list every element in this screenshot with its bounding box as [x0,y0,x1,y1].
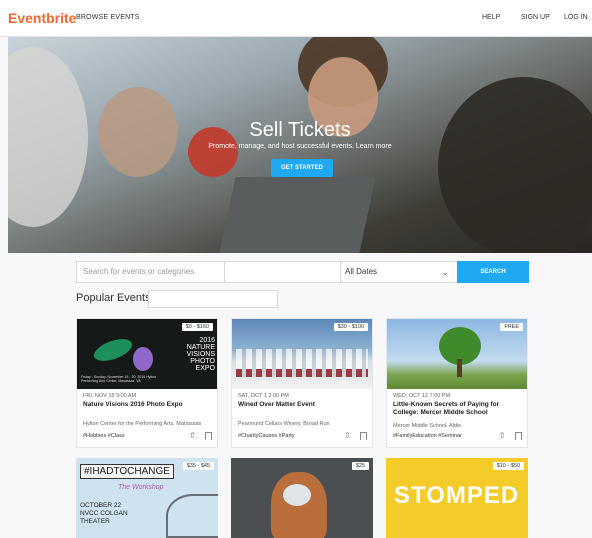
price-badge: $30 - $100 [333,323,368,331]
price-badge: $35 - $45 [182,462,214,470]
expo-logo-text: 2016 NATURE VISIONS PHOTO EXPO [186,337,215,372]
event-card[interactable]: FREE WED, OCT 12 7:00 PM Little-Known Se… [386,318,528,448]
browse-events-link[interactable]: BROWSE EVENTS [76,14,140,21]
event-venue: Pearmund Cellars Winery, Broad Run [238,421,330,427]
price-badge: $10 - $50 [492,462,524,470]
chevron-down-icon: ⌄ [441,267,449,277]
sign-up-link[interactable]: SIGN UP [521,14,550,21]
event-date: WED, OCT 12 7:00 PM [393,393,451,399]
share-icon[interactable]: ⇧ [344,431,351,440]
eventbrite-logo[interactable]: Eventbrite [8,10,76,26]
search-input[interactable]: Search for events or categories [77,262,225,282]
share-icon[interactable]: ⇧ [189,431,196,440]
event-tags[interactable]: #Hobbies #Class [83,433,125,439]
expo-dates-text: Friday - Sunday, November 18 - 20, 2016 … [81,375,157,383]
event-date: FRI, NOV 18 9:00 AM [83,393,137,399]
search-button[interactable]: SEARCH [457,261,529,283]
bookmark-icon[interactable] [515,432,522,440]
bookmark-icon[interactable] [360,432,367,440]
event-title[interactable]: Wined Over Matter Event [238,401,368,409]
event-venue: Mercer Middle School, Aldie [393,423,462,429]
get-started-button[interactable]: GET STARTED [271,159,333,177]
event-card[interactable]: $30 - $100 SAT, OCT 1 2:00 PM Wined Over… [231,318,373,448]
price-badge: $25 [351,462,369,470]
tree-trunk-graphic [457,359,462,377]
top-navigation-bar: Eventbrite BROWSE EVENTS HELP SIGN UP LO… [0,0,592,37]
event-title[interactable]: Little-Known Secrets of Paying for Colle… [393,401,523,417]
help-link[interactable]: HELP [482,14,500,21]
date-select-value: All Dates [345,267,378,276]
flourish-graphic [166,494,218,538]
bookmark-icon[interactable] [205,432,212,440]
hero-person-right [438,77,592,253]
event-tags[interactable]: #CharityCauses #Party [238,433,295,439]
iris-flower-graphic [133,347,153,371]
event-card[interactable]: $25 [231,458,373,538]
hero-laptop [216,177,376,253]
event-venue: Hylton Center for the Performing Arts, M… [83,421,202,427]
event-details-text: OCTOBER 22 NVCC COLGAN THEATER [80,502,128,525]
price-badge: $0 - $160 [181,323,213,331]
hero-title: Sell Tickets [249,119,351,141]
bird-face-graphic [283,484,311,506]
hummingbird-graphic [91,334,135,366]
location-input[interactable] [225,262,341,282]
price-badge: FREE [500,323,523,331]
hero-subtitle: Promote, manage, and host successful eve… [208,143,392,150]
workshop-script: The Workshop [118,484,164,491]
popular-location-input[interactable] [148,290,278,308]
log-in-link[interactable]: LOG IN [564,14,588,21]
share-icon[interactable]: ⇧ [499,431,506,440]
event-card[interactable]: 2016 NATURE VISIONS PHOTO EXPO Friday - … [76,318,218,448]
date-select[interactable]: All Dates ⌄ [341,262,457,282]
event-title[interactable]: Nature Visions 2016 Photo Expo [83,401,213,409]
hashtag-banner: #IHADTOCHANGE [80,464,174,479]
stomped-logo-text: STOMPED [394,482,520,509]
event-date: SAT, OCT 1 2:00 PM [238,393,289,399]
red-wine-graphic [236,369,368,377]
event-card[interactable]: STOMPED $10 - $50 [386,458,528,538]
search-bar: Search for events or categories All Date… [76,261,529,283]
hero-banner: Sell Tickets Promote, manage, and host s… [8,37,592,253]
event-tags[interactable]: #FamilyEducation #Seminar [393,433,462,439]
event-card[interactable]: #IHADTOCHANGE The Workshop OCTOBER 22 NV… [76,458,218,538]
